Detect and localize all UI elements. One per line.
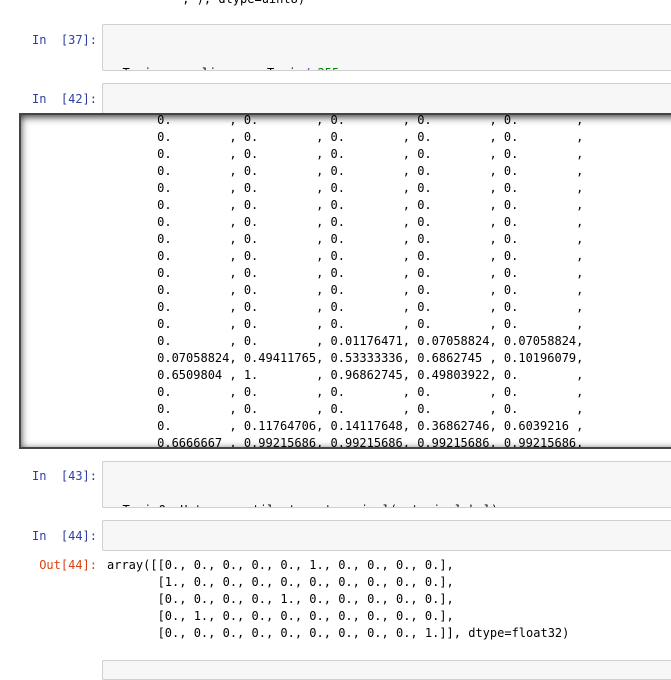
array-row: 0. , 0. , 0. , 0. , 0. , <box>121 215 584 229</box>
code-token: 255 <box>318 66 340 70</box>
output-line: [0., 1., 0., 0., 0., 0., 0., 0., 0., 0.]… <box>107 609 454 623</box>
output-line: [0., 0., 0., 0., 0., 0., 0., 0., 0., 1.]… <box>107 626 570 640</box>
array-row: 0. , 0. , 0. , 0. , 0. , <box>121 164 584 178</box>
code-token: x_Train_normalize <box>108 66 238 70</box>
array-row: 0. , 0. , 0.01176471, 0.07058824, 0.0705… <box>121 334 584 348</box>
array-row: 0. , 0. , 0. , 0. , 0. , <box>121 181 584 195</box>
code-token: x_Train <box>245 66 304 70</box>
array-row: 0. , 0. , 0. , 0. , 0. , <box>121 113 584 127</box>
input-prompt-37: In [37]: <box>31 33 97 47</box>
previous-output-partial: ', ), dtype=uint8) <box>175 0 305 8</box>
code-token: np_utils <box>216 503 282 507</box>
input-prompt-44: In [44]: <box>31 529 97 543</box>
code-token: y_TrainOneHot <box>108 503 209 507</box>
array-row: 0.6509804 , 1. , 0.96862745, 0.49803922,… <box>121 368 584 382</box>
array-row: 0. , 0.11764706, 0.14117648, 0.36862746,… <box>121 419 584 433</box>
output-line: array([[0., 0., 0., 0., 0., 1., 0., 0., … <box>107 558 454 572</box>
array-row: 0. , 0. , 0. , 0. , 0. , <box>121 317 584 331</box>
code-token: to_categorical(y_train_label) <box>289 503 499 507</box>
array-row: 0. , 0. , 0. , 0. , 0. , <box>121 249 584 263</box>
array-row: 0. , 0. , 0. , 0. , 0. , <box>121 232 584 246</box>
array-row: 0. , 0. , 0. , 0. , 0. , <box>121 266 584 280</box>
array-row: 0. , 0. , 0. , 0. , 0. , <box>121 283 584 297</box>
array-row: 0. , 0. , 0. , 0. , 0. , <box>121 198 584 212</box>
array-row: 0. , 0. , 0. , 0. , 0. , <box>121 385 584 399</box>
array-row: 0.6666667 , 0.99215686, 0.99215686, 0.99… <box>121 436 584 449</box>
array-row: 0. , 0. , 0. , 0. , 0. , <box>121 130 584 144</box>
input-prompt-42: In [42]: <box>31 92 97 106</box>
scrolled-output-area[interactable]: 0. , 0. , 0. , 0. , 0. , 0. , 0. , 0. , … <box>19 113 671 449</box>
code-token: . <box>281 503 288 507</box>
output-prompt-44: Out[44]: <box>39 558 97 572</box>
code-line: x_Train_normalize = x_Train/ 255 <box>108 65 671 70</box>
output-line: [1., 0., 0., 0., 0., 0., 0., 0., 0., 0.]… <box>107 575 454 589</box>
code-line: y_TrainOneHot = np_utils.to_categorical(… <box>108 502 671 507</box>
input-prompt-43: In [43]: <box>31 469 97 483</box>
code-cell-37[interactable]: x_Train_normalize = x_Train/ 255 x_Test_… <box>102 24 671 71</box>
array-row: 0. , 0. , 0. , 0. , 0. , <box>121 147 584 161</box>
code-cell-43[interactable]: y_TrainOneHot = np_utils.to_categorical(… <box>102 461 671 508</box>
code-cell-next[interactable] <box>102 660 671 680</box>
array-row: 0. , 0. , 0. , 0. , 0. , <box>121 300 584 314</box>
code-cell-42[interactable]: x_Train_normalize[0] <box>102 83 671 114</box>
array-row: 0.07058824, 0.49411765, 0.53333336, 0.68… <box>121 351 584 365</box>
output-line: [0., 0., 0., 0., 1., 0., 0., 0., 0., 0.]… <box>107 592 454 606</box>
array-row: 0. , 0. , 0. , 0. , 0. , <box>121 402 584 416</box>
code-cell-44[interactable]: y_TrainOneHot[:5] <box>102 520 671 551</box>
